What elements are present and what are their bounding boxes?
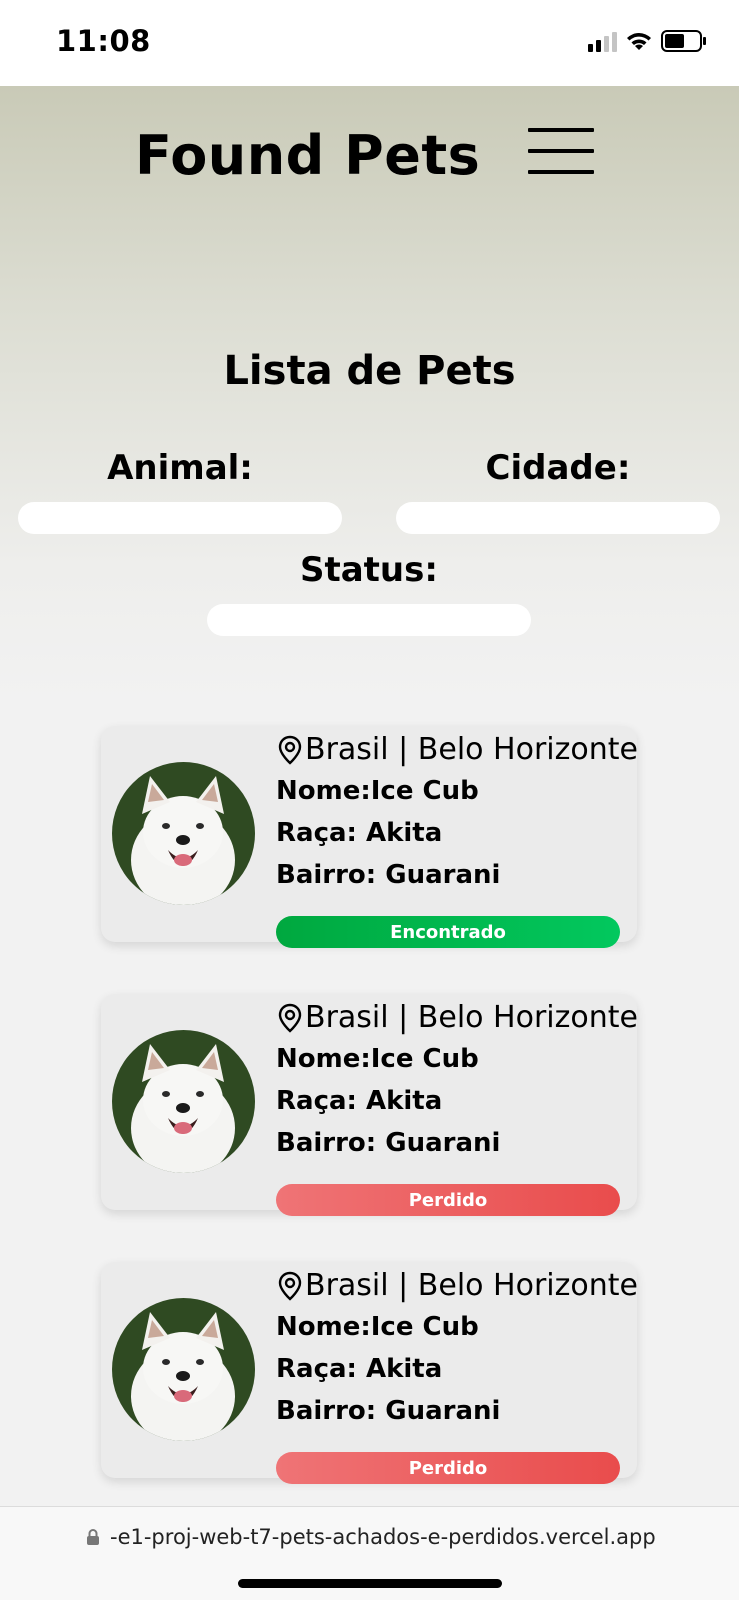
animal-input[interactable]: [18, 502, 342, 534]
map-pin-icon: [278, 1271, 302, 1301]
page-content: Found Pets Lista de Pets Animal: Cidade:…: [0, 86, 739, 1506]
app-title: Found Pets: [135, 124, 481, 187]
status-badge: Perdido: [276, 1184, 620, 1216]
hamburger-icon[interactable]: [528, 128, 594, 174]
card-location-text: Brasil | Belo Horizonte: [305, 1268, 638, 1303]
card-bairro: Bairro: Guarani: [276, 860, 501, 890]
status-bar: 11:08: [0, 0, 739, 86]
card-nome: Nome:Ice Cub: [276, 1044, 479, 1074]
pet-photo: [112, 1030, 255, 1173]
url-text: -e1-proj-web-t7-pets-achados-e-perdidos.…: [110, 1525, 656, 1549]
status-input[interactable]: [207, 604, 531, 636]
card-raca: Raça: Akita: [276, 1086, 443, 1116]
card-location: Brasil | Belo Horizonte: [277, 1000, 638, 1035]
card-bairro: Bairro: Guarani: [276, 1128, 501, 1158]
home-indicator[interactable]: [238, 1579, 502, 1588]
card-raca: Raça: Akita: [276, 1354, 443, 1384]
status-icons: [588, 30, 707, 52]
pet-photo: [112, 1298, 255, 1441]
cidade-input[interactable]: [396, 502, 720, 534]
pet-card[interactable]: Brasil | Belo Horizonte Nome:Ice Cub Raç…: [101, 1262, 638, 1484]
card-location-text: Brasil | Belo Horizonte: [305, 1000, 638, 1035]
lock-icon: [87, 1529, 99, 1545]
map-pin-icon: [278, 1003, 302, 1033]
wifi-icon: [625, 30, 653, 52]
card-nome: Nome:Ice Cub: [276, 1312, 479, 1342]
browser-address-bar[interactable]: -e1-proj-web-t7-pets-achados-e-perdidos.…: [0, 1506, 739, 1600]
pet-card[interactable]: Brasil | Belo Horizonte Nome:Ice Cub Raç…: [101, 726, 638, 948]
card-location: Brasil | Belo Horizonte: [277, 732, 638, 767]
card-nome: Nome:Ice Cub: [276, 776, 479, 806]
battery-icon: [661, 30, 707, 52]
status-badge: Encontrado: [276, 916, 620, 948]
card-location-text: Brasil | Belo Horizonte: [305, 732, 638, 767]
cidade-label: Cidade:: [485, 448, 631, 488]
cellular-signal-icon: [588, 30, 617, 52]
status-badge: Perdido: [276, 1452, 620, 1484]
card-location: Brasil | Belo Horizonte: [277, 1268, 638, 1303]
url-display[interactable]: -e1-proj-web-t7-pets-achados-e-perdidos.…: [86, 1525, 656, 1549]
card-raca: Raça: Akita: [276, 818, 443, 848]
pet-photo: [112, 762, 255, 905]
card-bairro: Bairro: Guarani: [276, 1396, 501, 1426]
status-time: 11:08: [56, 24, 151, 58]
animal-label: Animal:: [107, 448, 253, 488]
list-title: Lista de Pets: [223, 348, 516, 394]
pet-card[interactable]: Brasil | Belo Horizonte Nome:Ice Cub Raç…: [101, 994, 638, 1216]
map-pin-icon: [278, 735, 302, 765]
status-label: Status:: [300, 550, 438, 590]
